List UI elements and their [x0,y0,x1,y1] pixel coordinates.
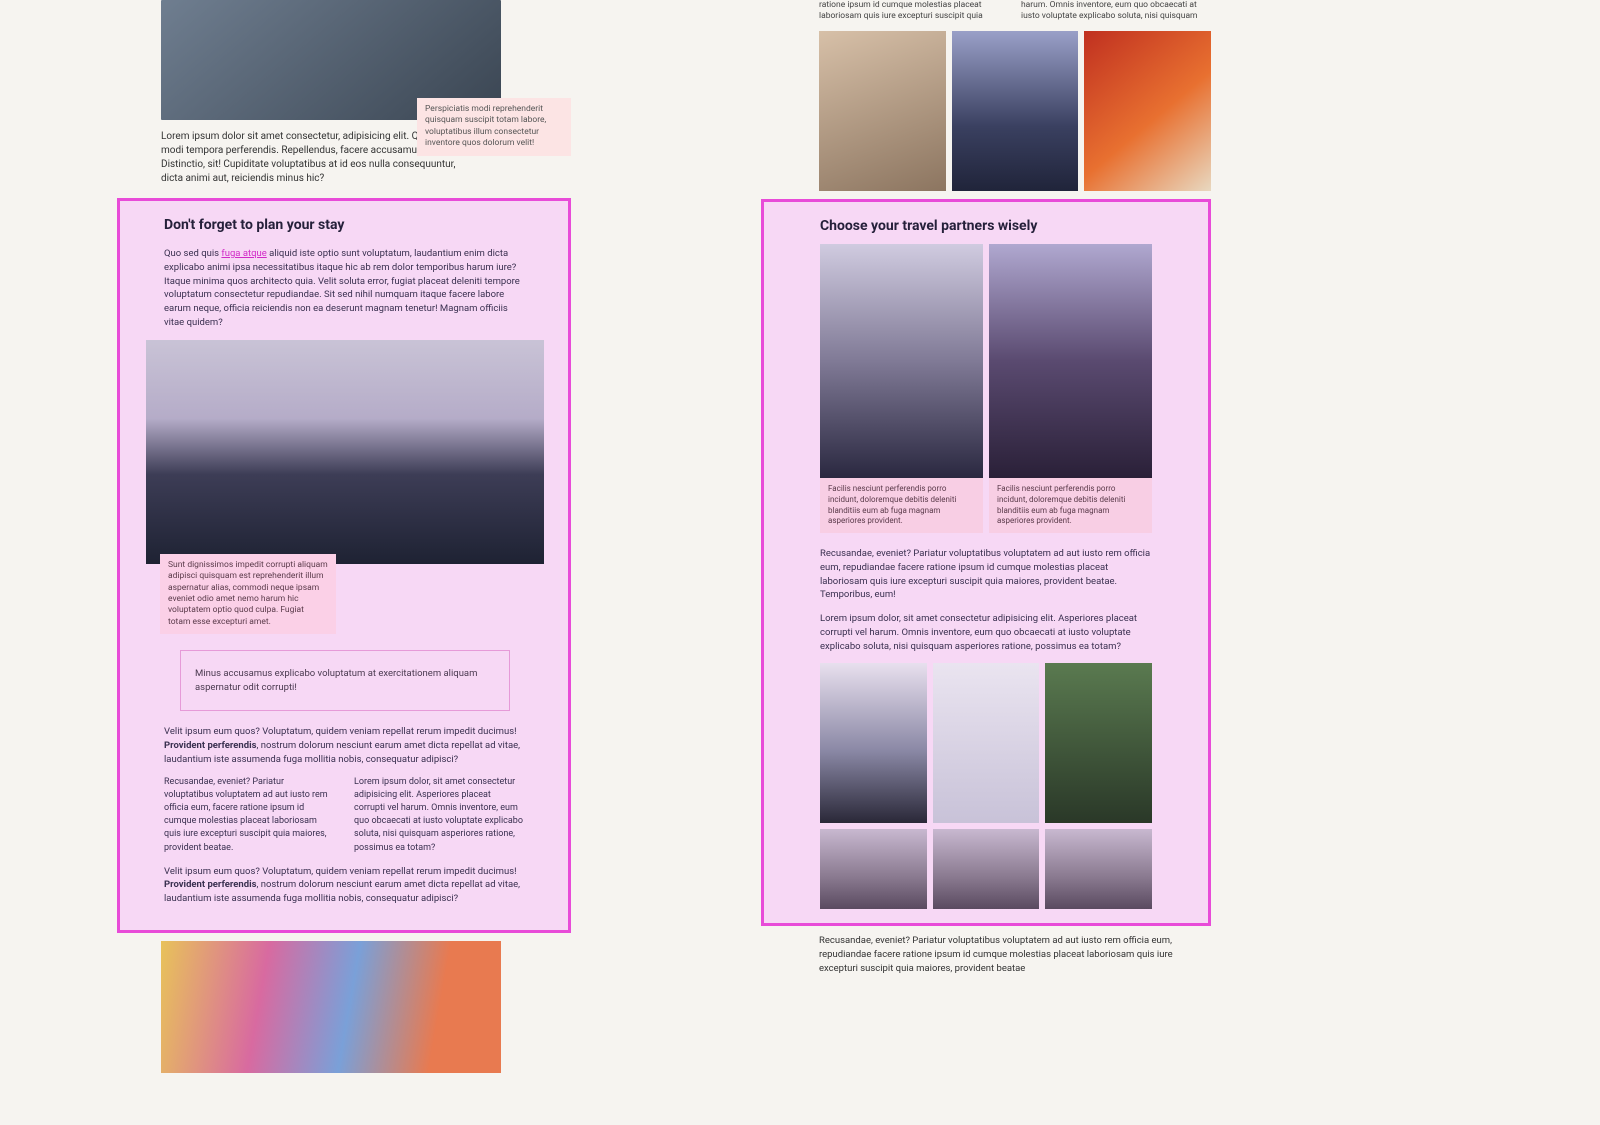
strip-image-3 [1045,829,1152,909]
plan-para-2: Velit ipsum eum quos? Voluptatum, quidem… [164,865,524,906]
trio-image-camera [933,663,1040,823]
plan-stay-section: Don't forget to plan your stay Quo sed q… [117,198,571,933]
tile-portrait [819,31,946,191]
strip-image-2 [933,829,1040,909]
plan-para-1: Velit ipsum eum quos? Voluptatum, quidem… [164,725,524,766]
tile-food [1084,31,1211,191]
duo-cap-b: Facilis nesciunt perferendis porro incid… [989,478,1152,533]
quote-box: Minus accusamus explicabo voluptatum at … [180,650,510,711]
partners-below: Recusandae, eveniet? Pariatur voluptatib… [761,934,1179,975]
partners-para-2: Lorem ipsum dolor, sit amet consectetur … [820,612,1152,653]
left-column: Perspiciatis modi reprehenderit quisquam… [117,0,571,1073]
intro-pre: Quo sed quis [164,248,221,259]
duo-cap-a: Facilis nesciunt perferendis porro incid… [820,478,983,533]
partners-duo-caps: Facilis nesciunt perferendis porro incid… [820,478,1152,533]
mountain-caption: Sunt dignissimos impedit corrupti aliqua… [160,554,336,635]
mountain-image [146,340,544,564]
hero-caption: Lorem ipsum dolor sit amet consectetur, … [161,130,461,186]
plan-col-a: Recusandae, eveniet? Pariatur voluptatib… [164,776,334,854]
partners-duo [820,244,1152,478]
top-cap-b: harum. Omnis inventore, eum quo obcaecat… [1021,0,1211,23]
top-image-row [761,31,1211,191]
duo-image-walking [820,244,983,478]
strip-image-1 [820,829,927,909]
hero-callout: Perspiciatis modi reprehenderit quisquam… [417,98,571,156]
trio-image-sitting [1045,663,1152,823]
p1a: Velit ipsum eum quos? Voluptatum, quidem… [164,726,517,737]
partners-strip [820,829,1152,909]
hero-row: Perspiciatis modi reprehenderit quisquam… [117,0,571,186]
plan-stay-intro: Quo sed quis fuga atque aliquid iste opt… [164,247,524,330]
top-captions: ratione ipsum id cumque molestias placea… [761,0,1211,23]
plan-two-col: Recusandae, eveniet? Pariatur voluptatib… [164,776,524,854]
duo-image-dusk [989,244,1152,478]
trio-image-dog [820,663,927,823]
partners-trio [820,663,1152,823]
page-root: Perspiciatis modi reprehenderit quisquam… [0,0,1600,1125]
p1bold: Provident perferendis [164,740,257,751]
partners-section: Choose your travel partners wisely Facil… [761,199,1211,927]
partners-title: Choose your travel partners wisely [820,218,1152,234]
street-image [161,941,501,1073]
partners-para-1: Recusandae, eveniet? Pariatur voluptatib… [820,547,1152,602]
top-cap-a: ratione ipsum id cumque molestias placea… [819,0,1009,23]
right-column: ratione ipsum id cumque molestias placea… [761,0,1211,976]
plan-col-b: Lorem ipsum dolor, sit amet consectetur … [354,776,524,854]
plan-stay-title: Don't forget to plan your stay [164,217,524,233]
tile-skyline [952,31,1079,191]
p2bold: Provident perferendis [164,879,257,890]
p2a: Velit ipsum eum quos? Voluptatum, quidem… [164,866,517,877]
intro-link[interactable]: fuga atque [221,248,266,259]
intro-post: aliquid iste optio sunt voluptatum, laud… [164,248,520,328]
